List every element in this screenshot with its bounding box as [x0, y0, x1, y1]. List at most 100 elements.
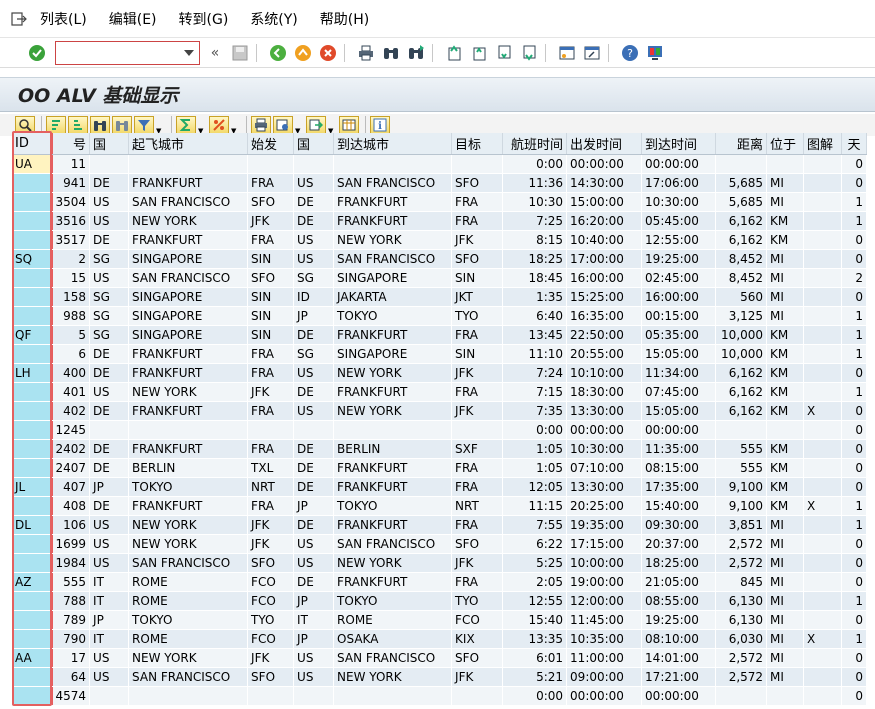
column-header[interactable]: 位于: [766, 133, 805, 155]
cell-carrier-id[interactable]: [12, 287, 53, 307]
table-cell[interactable]: [803, 192, 843, 212]
table-row[interactable]: 2407 DE BERLIN TXL DE FRANKFURT FRA 1:05 07:10:0…: [12, 458, 868, 478]
cell-carrier-id[interactable]: [12, 667, 53, 687]
chevron-down-icon[interactable]: ▼: [295, 116, 302, 135]
table-cell[interactable]: 0: [841, 439, 868, 459]
table-cell[interactable]: [803, 610, 843, 630]
table-cell[interactable]: FRANKFURT: [333, 515, 453, 535]
table-cell[interactable]: X: [803, 496, 843, 516]
table-cell[interactable]: ID: [293, 287, 335, 307]
table-cell[interactable]: [803, 230, 843, 250]
table-cell[interactable]: SIN: [247, 249, 295, 269]
table-cell[interactable]: FRANKFURT: [333, 192, 453, 212]
table-cell[interactable]: 158: [52, 287, 91, 307]
table-cell[interactable]: 64: [52, 667, 91, 687]
table-cell[interactable]: 10:30:00: [641, 192, 717, 212]
table-cell[interactable]: MI: [766, 553, 805, 573]
table-cell[interactable]: 20:25:00: [566, 496, 643, 516]
table-cell[interactable]: FRA: [451, 325, 504, 345]
table-cell[interactable]: MI: [766, 287, 805, 307]
table-cell[interactable]: [803, 515, 843, 535]
table-cell[interactable]: OSAKA: [333, 629, 453, 649]
chevron-down-icon[interactable]: ▼: [198, 116, 205, 135]
table-cell[interactable]: FRANKFURT: [333, 325, 453, 345]
table-cell[interactable]: JP: [293, 591, 335, 611]
table-cell[interactable]: 12:55:00: [641, 230, 717, 250]
table-cell[interactable]: SAN FRANCISCO: [128, 553, 249, 573]
table-cell[interactable]: 0: [841, 287, 868, 307]
column-header[interactable]: 到达时间: [641, 133, 717, 155]
table-cell[interactable]: FRA: [247, 496, 295, 516]
table-cell[interactable]: 18:45: [502, 268, 568, 288]
table-cell[interactable]: 941: [52, 173, 91, 193]
table-cell[interactable]: 5,685: [715, 173, 768, 193]
chevron-down-icon[interactable]: ▼: [231, 116, 238, 135]
table-cell[interactable]: [715, 420, 768, 440]
table-cell[interactable]: DE: [293, 515, 335, 535]
table-cell[interactable]: 02:45:00: [641, 268, 717, 288]
table-cell[interactable]: 555: [52, 572, 91, 592]
table-cell[interactable]: NEW YORK: [333, 230, 453, 250]
table-cell[interactable]: TOKYO: [128, 477, 249, 497]
menu-system[interactable]: 系统(Y): [250, 9, 297, 29]
table-row[interactable]: UA 11 0:00 00:00:00 00:00:00 0: [12, 154, 868, 174]
customize-layout-icon[interactable]: [645, 43, 665, 63]
table-cell[interactable]: [803, 534, 843, 554]
table-cell[interactable]: [128, 686, 249, 706]
table-cell[interactable]: 18:25:00: [641, 553, 717, 573]
table-cell[interactable]: NEW YORK: [333, 401, 453, 421]
cell-carrier-id[interactable]: DL: [12, 515, 53, 535]
table-cell[interactable]: SIN: [247, 287, 295, 307]
table-cell[interactable]: 5,685: [715, 192, 768, 212]
table-cell[interactable]: US: [293, 648, 335, 668]
table-cell[interactable]: 560: [715, 287, 768, 307]
column-header-id[interactable]: ID: [12, 133, 53, 155]
cell-carrier-id[interactable]: [12, 534, 53, 554]
table-cell[interactable]: DE: [89, 439, 130, 459]
table-cell[interactable]: 1: [841, 306, 868, 326]
table-cell[interactable]: MI: [766, 591, 805, 611]
table-cell[interactable]: 408: [52, 496, 91, 516]
table-cell[interactable]: DE: [293, 211, 335, 231]
table-cell[interactable]: 0: [841, 686, 868, 706]
table-cell[interactable]: JP: [89, 610, 130, 630]
table-cell[interactable]: DE: [293, 572, 335, 592]
table-cell[interactable]: IT: [89, 629, 130, 649]
cell-carrier-id[interactable]: [12, 496, 53, 516]
table-cell[interactable]: FRA: [247, 363, 295, 383]
table-cell[interactable]: US: [293, 363, 335, 383]
table-cell[interactable]: [89, 420, 130, 440]
table-cell[interactable]: 6,130: [715, 610, 768, 630]
table-cell[interactable]: 15:05:00: [641, 401, 717, 421]
table-cell[interactable]: 09:00:00: [566, 667, 643, 687]
table-cell[interactable]: FRA: [451, 572, 504, 592]
table-cell[interactable]: 555: [715, 439, 768, 459]
table-cell[interactable]: 0:00: [502, 420, 568, 440]
table-cell[interactable]: FRA: [247, 401, 295, 421]
last-page-icon[interactable]: [519, 43, 539, 63]
table-cell[interactable]: 845: [715, 572, 768, 592]
table-cell[interactable]: SG: [293, 268, 335, 288]
table-cell[interactable]: 14:30:00: [566, 173, 643, 193]
cell-carrier-id[interactable]: [12, 192, 53, 212]
cell-carrier-id[interactable]: [12, 230, 53, 250]
previous-page-icon[interactable]: [469, 43, 489, 63]
table-cell[interactable]: 10:00:00: [566, 553, 643, 573]
shortcut-icon[interactable]: [582, 43, 602, 63]
table-cell[interactable]: [89, 154, 130, 174]
table-cell[interactable]: 16:35:00: [566, 306, 643, 326]
table-cell[interactable]: SIN: [451, 344, 504, 364]
table-cell[interactable]: 16:00:00: [566, 268, 643, 288]
table-cell[interactable]: 13:30:00: [566, 401, 643, 421]
table-cell[interactable]: [766, 154, 805, 174]
table-row[interactable]: 15 US SAN FRANCISCO SFO SG SINGAPORE SIN 18:45 1…: [12, 268, 868, 288]
table-cell[interactable]: JP: [89, 477, 130, 497]
table-cell[interactable]: 790: [52, 629, 91, 649]
table-cell[interactable]: [803, 458, 843, 478]
table-cell[interactable]: FRANKFURT: [128, 344, 249, 364]
table-cell[interactable]: [803, 325, 843, 345]
table-cell[interactable]: 6,162: [715, 211, 768, 231]
table-cell[interactable]: BERLIN: [333, 439, 453, 459]
table-cell[interactable]: 17:21:00: [641, 667, 717, 687]
sort-ascending-icon[interactable]: [46, 115, 66, 135]
